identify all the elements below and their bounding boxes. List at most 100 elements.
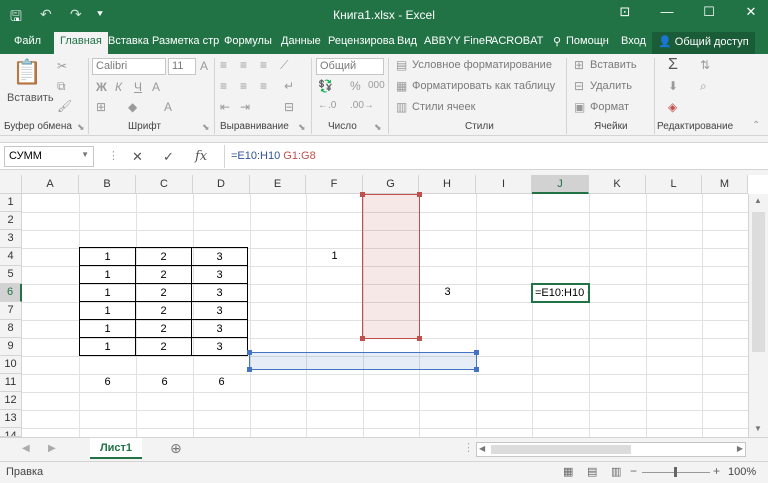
- column-header-j[interactable]: J: [532, 175, 589, 194]
- number-format-box[interactable]: Общий: [316, 58, 384, 75]
- range-handle[interactable]: [360, 336, 365, 341]
- bold-button[interactable]: Ж: [96, 80, 107, 94]
- find-select-icon[interactable]: ⌕: [700, 79, 707, 94]
- range-handle[interactable]: [360, 192, 365, 197]
- tab-review[interactable]: Рецензирова: [328, 35, 395, 47]
- fill-icon[interactable]: ⬇: [668, 79, 678, 93]
- insert-cells-button[interactable]: Вставить: [590, 59, 637, 71]
- ribbon-display-button[interactable]: ⊡: [610, 4, 640, 20]
- column-header-d[interactable]: D: [193, 175, 250, 194]
- minimize-button[interactable]: —: [652, 4, 682, 19]
- range-handle[interactable]: [247, 350, 252, 355]
- table-cell[interactable]: 3: [191, 247, 248, 266]
- tab-page-layout[interactable]: Разметка стр: [152, 35, 219, 47]
- grow-font-icon[interactable]: A: [200, 59, 208, 73]
- paste-button[interactable]: Вставить: [7, 92, 54, 104]
- total-cell-c11[interactable]: 6: [136, 374, 193, 391]
- range-handle[interactable]: [247, 367, 252, 372]
- tab-data[interactable]: Данные: [281, 35, 321, 47]
- font-name-box[interactable]: Calibri: [92, 58, 166, 75]
- column-header-a[interactable]: A: [22, 175, 79, 194]
- align-right-icon[interactable]: ≡: [260, 79, 267, 93]
- horizontal-scrollbar[interactable]: ◀ ▶: [476, 442, 746, 457]
- table-cell[interactable]: 2: [135, 265, 192, 284]
- close-button[interactable]: ✕: [736, 4, 766, 20]
- insert-cells-icon[interactable]: ⊞: [574, 58, 584, 72]
- zoom-slider-thumb[interactable]: [674, 467, 677, 477]
- cut-icon[interactable]: ✂: [57, 59, 67, 73]
- tab-abbyy[interactable]: ABBYY FineR: [424, 35, 493, 47]
- row-header-3[interactable]: 3: [0, 230, 22, 248]
- italic-button[interactable]: К: [115, 80, 122, 94]
- font-size-box[interactable]: 11: [168, 58, 196, 75]
- select-all-corner[interactable]: [0, 175, 22, 194]
- row-header-12[interactable]: 12: [0, 392, 22, 410]
- paste-icon[interactable]: 📋: [12, 58, 42, 87]
- row-header-8[interactable]: 8: [0, 320, 22, 338]
- name-box-dropdown-icon[interactable]: ▼: [81, 150, 89, 159]
- align-left-icon[interactable]: ≡: [220, 79, 227, 93]
- tab-acrobat[interactable]: ACROBAT: [491, 35, 543, 47]
- row-header-2[interactable]: 2: [0, 212, 22, 230]
- new-sheet-icon[interactable]: ⊕: [170, 440, 182, 457]
- currency-icon[interactable]: 💱: [318, 79, 333, 93]
- fill-color-icon[interactable]: ◆: [128, 100, 137, 114]
- share-button[interactable]: 👤 Общий доступ: [652, 32, 755, 54]
- tab-formulas[interactable]: Формулы: [224, 35, 272, 47]
- table-cell[interactable]: 2: [135, 283, 192, 302]
- format-as-table-button[interactable]: Форматировать как таблицу: [412, 80, 555, 92]
- total-cell-d11[interactable]: 6: [193, 374, 250, 391]
- tab-splitter-icon[interactable]: ⋮: [463, 441, 474, 454]
- maximize-button[interactable]: ☐: [694, 4, 724, 20]
- table-cell[interactable]: 1: [79, 301, 136, 320]
- zoom-out-icon[interactable]: −: [630, 464, 637, 478]
- font-launcher-icon[interactable]: ⬊: [202, 122, 210, 133]
- increase-decimal-icon[interactable]: ←.0: [318, 100, 336, 111]
- copy-icon[interactable]: ⧉: [57, 79, 66, 94]
- scroll-down-icon[interactable]: ▼: [754, 424, 762, 433]
- range-handle[interactable]: [474, 367, 479, 372]
- font-color-icon[interactable]: A: [164, 100, 172, 114]
- range-handle[interactable]: [474, 350, 479, 355]
- align-top-icon[interactable]: ≡: [220, 58, 227, 72]
- zoom-in-icon[interactable]: +: [713, 464, 720, 478]
- page-break-view-icon[interactable]: ▥: [611, 465, 621, 478]
- row-header-13[interactable]: 13: [0, 410, 22, 428]
- scroll-sheets-left-icon[interactable]: ◀: [22, 443, 30, 454]
- decrease-indent-icon[interactable]: ⇤: [220, 100, 230, 114]
- cell-h6[interactable]: 3: [419, 284, 476, 301]
- column-header-b[interactable]: B: [79, 175, 136, 194]
- underline-button[interactable]: Ч: [134, 80, 142, 94]
- wrap-text-icon[interactable]: ↵: [284, 79, 294, 93]
- column-header-l[interactable]: L: [646, 175, 702, 194]
- format-painter-icon[interactable]: 🖌: [57, 99, 72, 113]
- format-cells-button[interactable]: Формат: [590, 101, 629, 113]
- clipboard-launcher-icon[interactable]: ⬊: [77, 122, 85, 133]
- table-cell[interactable]: 2: [135, 319, 192, 338]
- cell-styles-button[interactable]: Стили ячеек: [412, 101, 475, 113]
- lightbulb-icon[interactable]: ⚲: [553, 35, 561, 48]
- column-header-m[interactable]: M: [702, 175, 748, 194]
- increase-indent-icon[interactable]: ⇥: [240, 100, 250, 114]
- range-handle[interactable]: [417, 192, 422, 197]
- row-header-4[interactable]: 4: [0, 248, 22, 266]
- merge-center-icon[interactable]: ⊟: [284, 100, 294, 114]
- table-cell[interactable]: 1: [79, 337, 136, 356]
- table-cell[interactable]: 1: [79, 247, 136, 266]
- normal-view-icon[interactable]: ▦: [563, 465, 573, 478]
- format-cells-icon[interactable]: ▣: [574, 100, 585, 114]
- name-box[interactable]: СУММ ▼: [4, 146, 94, 167]
- table-cell[interactable]: 1: [79, 265, 136, 284]
- column-header-h[interactable]: H: [419, 175, 476, 194]
- row-header-10[interactable]: 10: [0, 356, 22, 374]
- row-header-9[interactable]: 9: [0, 338, 22, 356]
- sort-filter-icon[interactable]: ⇅: [700, 58, 710, 72]
- thousands-button[interactable]: 000: [368, 80, 385, 91]
- conditional-format-button[interactable]: Условное форматирование: [412, 59, 552, 71]
- table-cell[interactable]: 3: [191, 337, 248, 356]
- scroll-right-icon[interactable]: ▶: [737, 444, 743, 453]
- range-handle[interactable]: [417, 336, 422, 341]
- align-middle-icon[interactable]: ≡: [240, 58, 247, 72]
- worksheet-grid[interactable]: A B C D E F G H I J K L M 1 2 3 4 5 6 7 …: [0, 175, 768, 437]
- decrease-decimal-icon[interactable]: .00→: [350, 100, 374, 111]
